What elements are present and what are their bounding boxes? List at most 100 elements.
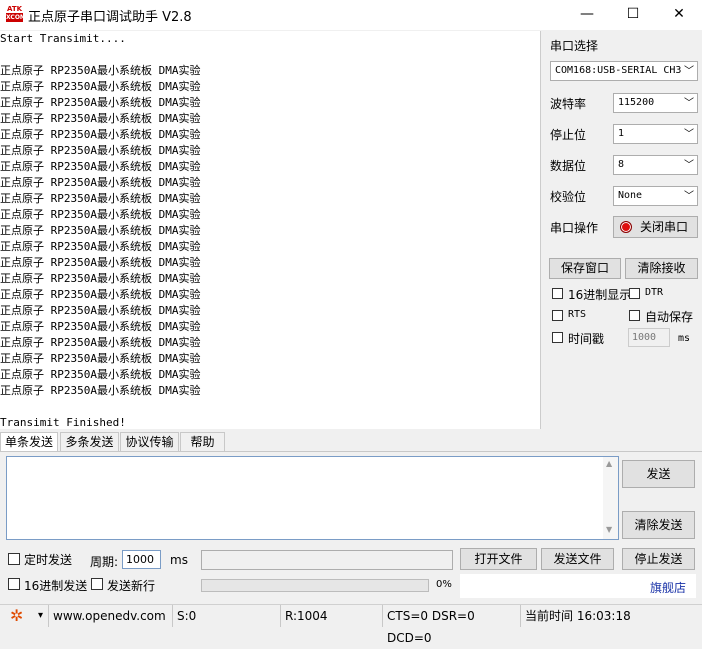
receive-line: 正点原子 RP2350A最小系统板 DMA实验 bbox=[0, 256, 201, 269]
tab-protocol[interactable]: 协议传输 bbox=[120, 432, 179, 452]
receive-line: 正点原子 RP2350A最小系统板 DMA实验 bbox=[0, 352, 201, 365]
parity-label: 校验位 bbox=[550, 190, 587, 204]
receive-line: Start Transimit.... bbox=[0, 32, 126, 45]
minimize-icon: — bbox=[580, 6, 594, 22]
dtr-checkbox[interactable] bbox=[629, 288, 640, 299]
receive-line: 正点原子 RP2350A最小系统板 DMA实验 bbox=[0, 128, 201, 141]
stop-send-button[interactable]: 停止发送 bbox=[622, 548, 695, 570]
tab-help[interactable]: 帮助 bbox=[180, 432, 225, 452]
send-newline-label: 发送新行 bbox=[107, 579, 156, 593]
window-title: 正点原子串口调试助手 V2.8 bbox=[28, 10, 192, 25]
baud-select[interactable]: 115200 ﹀ bbox=[613, 93, 698, 113]
modem-lines-status: CTS=0 DSR=0 DCD=0 bbox=[382, 605, 520, 645]
data-bits-value: 8 bbox=[618, 159, 625, 170]
menu-dropdown-icon[interactable]: ▾ bbox=[38, 605, 43, 627]
port-status-led-icon bbox=[620, 221, 632, 233]
app-logo: ATK XCOM bbox=[6, 5, 26, 22]
minimize-button[interactable]: — bbox=[564, 0, 610, 30]
website-link[interactable]: www.openedv.com bbox=[48, 605, 172, 627]
tab-multi-send[interactable]: 多条发送 bbox=[60, 432, 119, 452]
receive-line: 正点原子 RP2350A最小系统板 DMA实验 bbox=[0, 192, 201, 205]
receive-line: Transimit Finished! bbox=[0, 416, 126, 429]
baud-value: 115200 bbox=[618, 97, 655, 108]
receive-line: 正点原子 RP2350A最小系统板 DMA实验 bbox=[0, 160, 201, 173]
send-scrollbar[interactable]: ▲ ▼ bbox=[603, 457, 618, 539]
settings-gear-icon[interactable]: ✲ bbox=[10, 606, 23, 626]
receive-line: 正点原子 RP2350A最小系统板 DMA实验 bbox=[0, 288, 201, 301]
receive-line: 正点原子 RP2350A最小系统板 DMA实验 bbox=[0, 224, 201, 237]
chevron-down-icon: ﹀ bbox=[684, 98, 694, 109]
timestamp-unit: ms bbox=[678, 333, 691, 344]
period-label: 周期: bbox=[90, 555, 119, 569]
open-file-button[interactable]: 打开文件 bbox=[460, 548, 537, 570]
receive-line bbox=[0, 399, 540, 415]
rts-checkbox[interactable] bbox=[552, 310, 563, 321]
receive-textarea[interactable]: Start Transimit.... 正点原子 RP2350A最小系统板 DMA… bbox=[0, 31, 541, 429]
chevron-down-icon: ﹀ bbox=[684, 129, 694, 140]
auto-save-checkbox[interactable] bbox=[629, 310, 640, 321]
close-button[interactable]: ✕ bbox=[656, 0, 702, 30]
send-button[interactable]: 发送 bbox=[622, 460, 695, 488]
receive-line: 正点原子 RP2350A最小系统板 DMA实验 bbox=[0, 320, 201, 333]
send-file-button[interactable]: 发送文件 bbox=[541, 548, 614, 570]
port-select-value: COM168:USB-SERIAL CH3 bbox=[555, 65, 682, 76]
current-time: 当前时间 16:03:18 bbox=[520, 605, 702, 627]
title-bar: ATK XCOM 正点原子串口调试助手 V2.8 — ☐ ✕ bbox=[0, 0, 702, 30]
serial-settings-panel: 串口选择 COM168:USB-SERIAL CH3 ﹀ 波特率 115200 … bbox=[541, 31, 702, 431]
send-newline-checkbox[interactable] bbox=[91, 578, 103, 590]
receive-line: 正点原子 RP2350A最小系统板 DMA实验 bbox=[0, 384, 201, 397]
port-select-label: 串口选择 bbox=[550, 39, 599, 53]
rts-label: RTS bbox=[568, 309, 587, 320]
chevron-down-icon: ﹀ bbox=[684, 66, 694, 77]
hex-display-checkbox[interactable] bbox=[552, 288, 563, 299]
timestamp-checkbox[interactable] bbox=[552, 332, 563, 343]
status-bar: ✲ ▾ www.openedv.com S:0 R:1004 CTS=0 DSR… bbox=[0, 604, 702, 645]
stop-bits-label: 停止位 bbox=[550, 128, 587, 142]
hex-send-checkbox[interactable] bbox=[8, 578, 20, 590]
maximize-button[interactable]: ☐ bbox=[610, 0, 656, 30]
flagship-link[interactable]: 旗舰店 bbox=[650, 579, 686, 596]
received-count: R:1004 bbox=[280, 605, 382, 627]
scroll-up-icon[interactable]: ▲ bbox=[606, 459, 612, 468]
file-path-input[interactable] bbox=[201, 550, 453, 570]
flagship-banner[interactable]: 旗舰店 bbox=[460, 574, 696, 598]
timed-send-checkbox[interactable] bbox=[8, 553, 20, 565]
clear-send-button[interactable]: 清除发送 bbox=[622, 511, 695, 539]
port-operation-label: 串口操作 bbox=[550, 221, 599, 235]
logo-top-text: ATK bbox=[6, 5, 23, 13]
receive-line: 正点原子 RP2350A最小系统板 DMA实验 bbox=[0, 304, 201, 317]
receive-line: 正点原子 RP2350A最小系统板 DMA实验 bbox=[0, 208, 201, 221]
receive-line: 正点原子 RP2350A最小系统板 DMA实验 bbox=[0, 368, 201, 381]
send-progress-text: 0% bbox=[436, 579, 452, 590]
period-unit: ms bbox=[170, 553, 188, 567]
receive-line: 正点原子 RP2350A最小系统板 DMA实验 bbox=[0, 240, 201, 253]
receive-line bbox=[0, 47, 540, 63]
clear-receive-button[interactable]: 清除接收 bbox=[625, 258, 698, 279]
logo-bottom-text: XCOM bbox=[6, 13, 26, 22]
period-input[interactable]: 1000 bbox=[122, 550, 161, 569]
send-textarea[interactable]: ▲ ▼ bbox=[6, 456, 619, 540]
receive-line: 正点原子 RP2350A最小系统板 DMA实验 bbox=[0, 272, 201, 285]
send-progress-bar bbox=[201, 579, 429, 592]
tab-single-send[interactable]: 单条发送 bbox=[0, 432, 58, 452]
timestamp-interval-input[interactable]: 1000 bbox=[628, 328, 670, 347]
chevron-down-icon: ﹀ bbox=[684, 191, 694, 202]
hex-display-label: 16进制显示 bbox=[568, 288, 632, 302]
parity-select[interactable]: None ﹀ bbox=[613, 186, 698, 206]
receive-line: 正点原子 RP2350A最小系统板 DMA实验 bbox=[0, 64, 201, 77]
stop-bits-select[interactable]: 1 ﹀ bbox=[613, 124, 698, 144]
dtr-label: DTR bbox=[645, 287, 664, 298]
close-port-button[interactable]: 关闭串口 bbox=[613, 216, 698, 238]
scroll-down-icon[interactable]: ▼ bbox=[606, 525, 612, 534]
data-bits-select[interactable]: 8 ﹀ bbox=[613, 155, 698, 175]
receive-line: 正点原子 RP2350A最小系统板 DMA实验 bbox=[0, 96, 201, 109]
port-select[interactable]: COM168:USB-SERIAL CH3 ﹀ bbox=[550, 61, 698, 81]
tab-divider bbox=[0, 451, 702, 452]
timestamp-label: 时间戳 bbox=[568, 332, 605, 346]
baud-label: 波特率 bbox=[550, 97, 587, 111]
chevron-down-icon: ﹀ bbox=[684, 160, 694, 171]
parity-value: None bbox=[618, 190, 643, 201]
save-window-button[interactable]: 保存窗口 bbox=[549, 258, 621, 279]
timed-send-label: 定时发送 bbox=[24, 553, 73, 567]
sent-count: S:0 bbox=[172, 605, 280, 627]
